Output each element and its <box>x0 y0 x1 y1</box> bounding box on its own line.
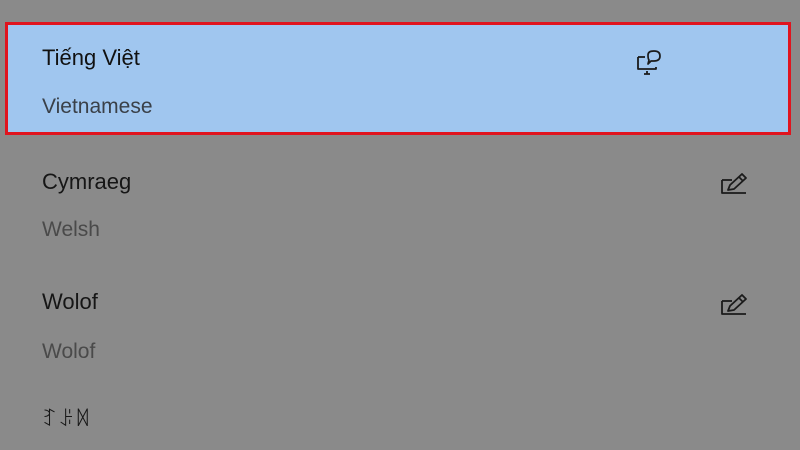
handwriting-pen-icon <box>719 290 749 320</box>
speech-display-icon <box>634 48 664 78</box>
language-native-name: Wolof <box>42 289 98 314</box>
language-english-name: Welsh <box>42 218 100 241</box>
language-item-vietnamese[interactable]: Tiếng Việt Vietnamese <box>0 18 800 142</box>
language-item-yi[interactable]: ꆈꌠꉙ <box>0 395 800 450</box>
language-item-wolof[interactable]: Wolof Wolof <box>0 280 800 390</box>
handwriting-pen-icon <box>719 169 749 199</box>
language-native-name: Cymraeg <box>42 169 132 194</box>
language-item-welsh[interactable]: Cymraeg Welsh <box>0 160 800 270</box>
language-english-name: Wolof <box>42 340 96 363</box>
language-list: Tiếng Việt Vietnamese Cymraeg Welsh Wolo… <box>0 0 800 450</box>
language-english-name: Vietnamese <box>42 95 153 118</box>
language-list-screen: Tiếng Việt Vietnamese Cymraeg Welsh Wolo… <box>0 0 800 450</box>
language-native-name: ꆈꌠꉙ <box>42 409 92 431</box>
language-native-name: Tiếng Việt <box>42 45 140 70</box>
